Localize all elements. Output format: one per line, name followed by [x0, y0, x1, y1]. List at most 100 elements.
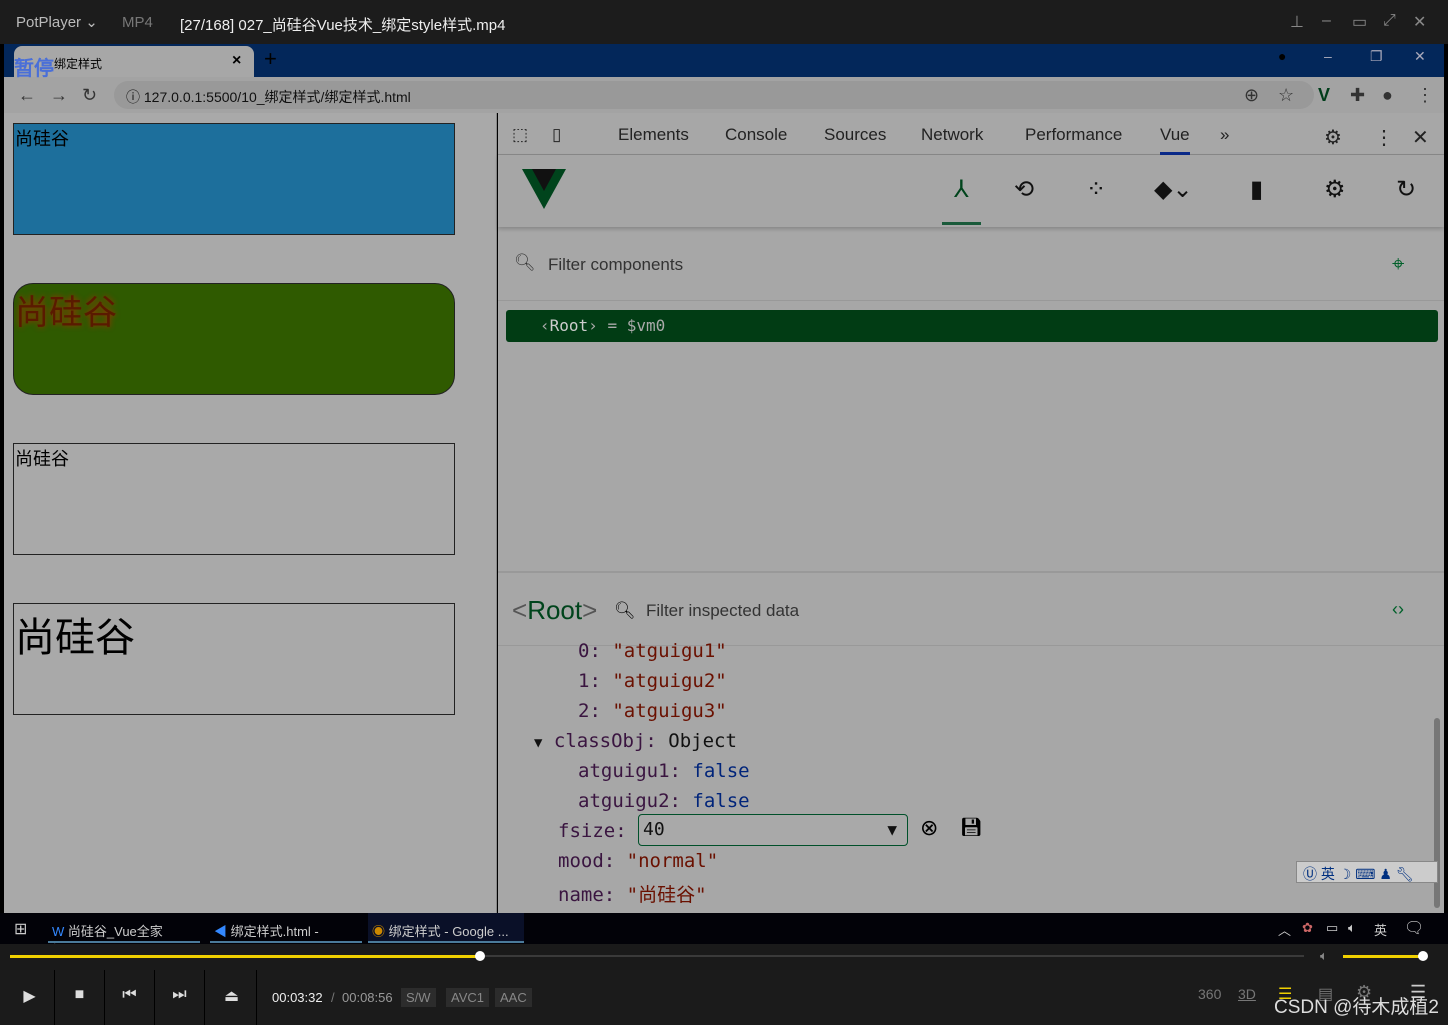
fsize-label: fsize:: [558, 820, 627, 842]
vr-360-icon[interactable]: 360: [1198, 986, 1221, 1002]
extensions-icon[interactable]: ✚: [1350, 85, 1365, 106]
video-title: [27/168] 027_尚硅谷Vue技术_绑定style样式.mp4: [180, 17, 506, 34]
cancel-edit-icon[interactable]: ⊗: [920, 815, 938, 841]
reload-icon[interactable]: ↻: [82, 85, 97, 106]
minimize-icon[interactable]: –: [1324, 48, 1332, 64]
device-icon[interactable]: ▯: [552, 125, 561, 145]
close-devtools-icon[interactable]: ✕: [1412, 125, 1429, 150]
taskbar-item-vscode[interactable]: ◀ 绑定样式.html - vue_...: [210, 913, 362, 955]
box-text: 尚硅谷: [15, 129, 69, 149]
ime-indicator[interactable]: 英: [1374, 920, 1387, 939]
volume-handle[interactable]: [1418, 951, 1428, 961]
router-icon[interactable]: ◆⌄: [1154, 175, 1193, 204]
filter-inspected-input[interactable]: Filter inspected data: [646, 601, 799, 621]
tab-console[interactable]: Console: [725, 125, 787, 145]
notification-icon[interactable]: 🗨︎: [1404, 918, 1424, 938]
more-icon[interactable]: ⋮: [1374, 125, 1394, 150]
battery-icon[interactable]: ▭: [1326, 920, 1338, 936]
url-text: 127.0.0.1:5500/10_绑定样式/绑定样式.html: [143, 89, 411, 105]
performance-icon[interactable]: ▮: [1250, 175, 1263, 204]
windows-taskbar: ⊞ W 尚硅谷_Vue全家桶.d... ◀ 绑定样式.html - vue_..…: [0, 913, 1448, 958]
star-icon[interactable]: ☆: [1278, 85, 1294, 106]
tray-chevron-icon[interactable]: ︿: [1278, 920, 1291, 939]
back-icon[interactable]: ←: [18, 85, 36, 106]
style-box-3: 尚硅谷: [13, 443, 455, 555]
start-icon[interactable]: ⊞: [14, 919, 27, 939]
avatar[interactable]: ●: [1382, 85, 1393, 106]
components-icon[interactable]: ⅄: [942, 175, 981, 225]
code-icon[interactable]: ‹›: [1392, 599, 1404, 620]
player-menu[interactable]: PotPlayer ⌄: [16, 13, 98, 31]
page-content: 尚硅谷 尚硅谷 尚硅谷 尚硅谷: [4, 113, 497, 913]
format-label: MP4: [122, 14, 153, 31]
tab-network[interactable]: Network: [921, 125, 983, 145]
seek-progress: [10, 955, 480, 958]
search-icon: 🔍︎: [614, 601, 636, 620]
seek-handle[interactable]: [474, 951, 485, 961]
taskbar-item-chrome[interactable]: ◉ 绑定样式 - Google ...: [368, 913, 524, 943]
tray-app-icon[interactable]: ✿: [1302, 920, 1313, 936]
previous-icon[interactable]: ⏮: [105, 970, 155, 1025]
component-root-row[interactable]: ‹Root› = $vm0: [506, 310, 1438, 342]
profile-dot-icon[interactable]: ●: [1278, 48, 1286, 64]
volume-slider[interactable]: [1343, 955, 1423, 958]
tab-elements[interactable]: Elements: [618, 125, 689, 145]
mute-icon[interactable]: 🔈︎: [1320, 948, 1328, 964]
forward-icon[interactable]: →: [50, 85, 68, 106]
eject-icon[interactable]: ⏏: [207, 970, 257, 1025]
menu-icon[interactable]: ⋮: [1416, 85, 1434, 106]
save-icon[interactable]: 💾︎: [960, 817, 983, 838]
filter-components[interactable]: 🔍︎ Filter components ⌖: [498, 231, 1444, 301]
vue-extension-icon[interactable]: V: [1318, 85, 1330, 106]
restore-icon[interactable]: ❐: [1370, 48, 1383, 65]
inspect-icon[interactable]: ⬚: [512, 125, 528, 145]
inspector-title: <Root>: [512, 595, 598, 625]
vuex-icon[interactable]: ⁘: [1086, 175, 1106, 204]
data-row: atguigu2: false: [578, 790, 750, 812]
minimize-icon[interactable]: –: [1322, 12, 1331, 30]
pin-icon[interactable]: ⊥: [1290, 12, 1304, 32]
refresh-icon[interactable]: ↻: [1396, 175, 1416, 204]
stop-icon[interactable]: ■: [55, 970, 105, 1025]
data-row: mood: "normal": [558, 850, 719, 872]
vm-ref: = $vm0: [607, 316, 666, 335]
ime-toolbar[interactable]: Ⓤ 英 ☽ ⌨ ♟ 🔧︎: [1296, 861, 1438, 883]
more-tabs-icon[interactable]: »: [1220, 125, 1229, 145]
zoom-icon[interactable]: ⊕: [1244, 85, 1259, 106]
taskbar-item-word[interactable]: W 尚硅谷_Vue全家桶.d...: [48, 913, 200, 958]
tab-performance[interactable]: Performance: [1025, 125, 1122, 145]
vue-logo: [522, 169, 566, 209]
fsize-edit-input[interactable]: 40 ▼: [638, 814, 908, 846]
tab-sources[interactable]: Sources: [824, 125, 886, 145]
dropdown-icon: ▼: [887, 820, 897, 839]
close-icon[interactable]: ✕: [1413, 12, 1426, 32]
video-codec-badge[interactable]: AVC1: [446, 988, 489, 1007]
tab-strip: 绑定样式 ×: [4, 44, 1444, 77]
devtools-tabs: ⬚ ▯ Elements Console Sources Network Per…: [498, 113, 1444, 155]
volume-icon[interactable]: 🔈︎: [1348, 920, 1356, 936]
audio-codec-badge[interactable]: AAC: [495, 988, 532, 1007]
new-tab-button[interactable]: +: [264, 46, 277, 72]
fullscreen-icon[interactable]: ⤢: [1383, 12, 1396, 30]
settings-icon[interactable]: ⚙: [1324, 175, 1346, 204]
select-component-icon[interactable]: ⌖: [1392, 251, 1404, 277]
close-tab-icon[interactable]: ×: [232, 52, 241, 70]
url-field[interactable]: ⓘ 127.0.0.1:5500/10_绑定样式/绑定样式.html: [114, 81, 1314, 109]
next-icon[interactable]: ⏭: [155, 970, 205, 1025]
classobj-row[interactable]: ▼ classObj: Object: [534, 730, 737, 752]
data-row: 2: "atguigu3": [578, 700, 727, 722]
play-icon[interactable]: ▶: [5, 970, 55, 1025]
settings-icon[interactable]: ⚙: [1324, 125, 1342, 150]
devtools-panel: ⬚ ▯ Elements Console Sources Network Per…: [498, 113, 1444, 913]
player-titlebar: PotPlayer ⌄ MP4 [27/168] 027_尚硅谷Vue技术_绑定…: [0, 0, 1448, 44]
timeline-icon[interactable]: ⟲: [1014, 175, 1034, 204]
tab-vue[interactable]: Vue: [1160, 125, 1190, 155]
watermark: CSDN @待木成植2: [1274, 997, 1439, 1018]
decoder-badge[interactable]: S/W: [401, 988, 436, 1007]
data-row: 1: "atguigu2": [578, 670, 727, 692]
maximize-icon[interactable]: ▭: [1352, 12, 1367, 32]
filter-components-input[interactable]: Filter components: [548, 255, 683, 275]
close-icon[interactable]: ✕: [1414, 48, 1426, 65]
3d-icon[interactable]: 3D: [1238, 986, 1256, 1002]
address-bar-row: ← → ↻ ⓘ 127.0.0.1:5500/10_绑定样式/绑定样式.html…: [4, 77, 1444, 113]
